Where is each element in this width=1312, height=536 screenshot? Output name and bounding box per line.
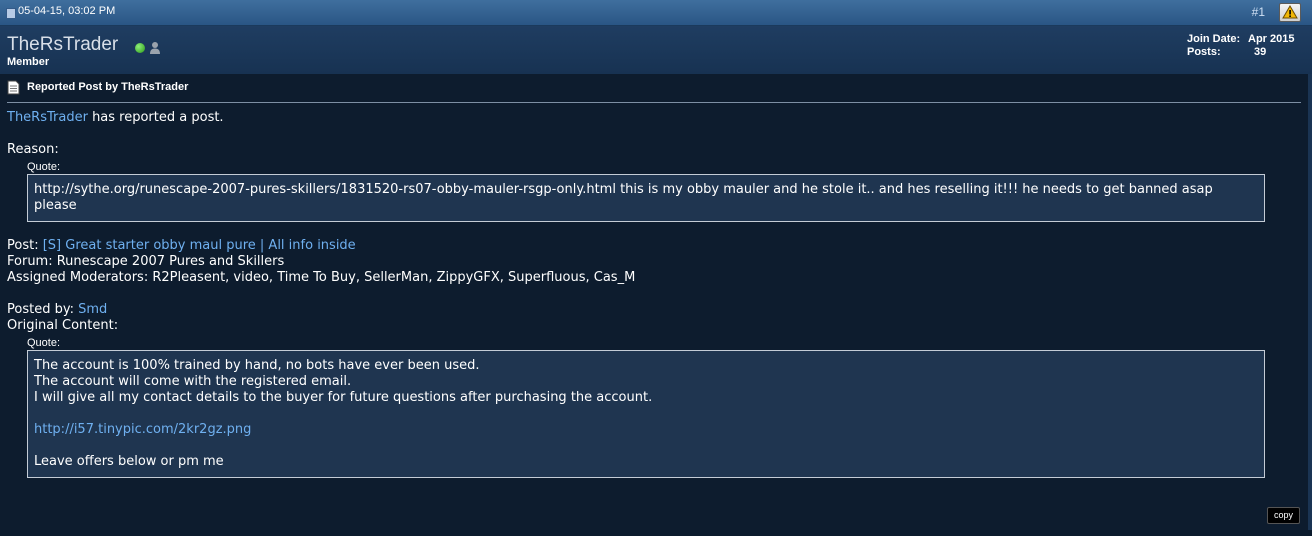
post-content: TheRsTrader has reported a post. Reason:… <box>7 110 1301 478</box>
report-line: TheRsTrader has reported a post. <box>7 110 1301 126</box>
post-number-link[interactable]: #1 <box>1252 5 1265 19</box>
quote-line-1: The account is 100% trained by hand, no … <box>34 358 480 373</box>
copy-button[interactable]: copy <box>1267 507 1300 524</box>
username-link[interactable]: TheRsTrader <box>7 34 118 56</box>
reason-quote-text: http://sythe.org/runescape-2007-pures-sk… <box>34 182 1213 213</box>
post-header-bar: 05-04-15, 03:02 PM #1 <box>0 0 1312 26</box>
reason-quote-box: http://sythe.org/runescape-2007-pures-sk… <box>27 174 1265 222</box>
original-quote-label: Quote: <box>27 337 61 349</box>
warning-triangle-icon <box>1282 5 1298 19</box>
forum-line: Forum: Runescape 2007 Pures and Skillers <box>7 254 285 269</box>
original-content-label: Original Content: <box>7 318 119 333</box>
original-quote-box: The account is 100% trained by hand, no … <box>27 350 1265 478</box>
post-link-line: Post: [S] Great starter obby maul pure |… <box>7 238 1301 254</box>
user-profile-icon[interactable] <box>149 40 161 59</box>
posted-by-label: Posted by: <box>7 302 74 317</box>
image-link[interactable]: http://i57.tinypic.com/2kr2gz.png <box>34 422 251 437</box>
posted-by-line: Posted by: Smd <box>7 302 1301 318</box>
reason-quote-label: Quote: <box>27 161 61 173</box>
user-title: Member <box>7 56 50 68</box>
document-icon <box>7 80 20 98</box>
posts-label: Posts: <box>1187 46 1221 58</box>
reporter-link[interactable]: TheRsTrader <box>7 110 88 125</box>
quote-line-3: I will give all my contact details to th… <box>34 390 653 405</box>
title-divider <box>7 102 1301 103</box>
post-body: Reported Post by TheRsTrader TheRsTrader… <box>0 74 1312 530</box>
user-info: TheRsTrader Member Join Date: Apr 2015 Po… <box>0 26 1312 74</box>
posted-by-link[interactable]: Smd <box>78 302 107 317</box>
post-title: Reported Post by TheRsTrader <box>27 81 189 93</box>
online-status-icon <box>135 43 145 53</box>
report-button[interactable] <box>1279 3 1301 22</box>
post-date: 05-04-15, 03:02 PM <box>18 5 116 17</box>
post-icon <box>6 8 16 19</box>
join-date-label: Join Date: <box>1187 33 1241 45</box>
reported-text: has reported a post. <box>92 110 224 125</box>
reported-post-link[interactable]: [S] Great starter obby maul pure | All i… <box>43 238 356 253</box>
quote-line-2: The account will come with the registere… <box>34 374 352 389</box>
reason-label: Reason: <box>7 142 59 157</box>
moderators-line: Assigned Moderators: R2Pleasent, video, … <box>7 270 636 285</box>
user-stats: Join Date: Apr 2015 Posts: 39 <box>1187 33 1294 59</box>
quote-line-4: Leave offers below or pm me <box>34 454 224 469</box>
posts-count: 39 <box>1254 46 1267 58</box>
post-label: Post: <box>7 238 39 253</box>
join-date-value: Apr 2015 <box>1248 33 1295 45</box>
